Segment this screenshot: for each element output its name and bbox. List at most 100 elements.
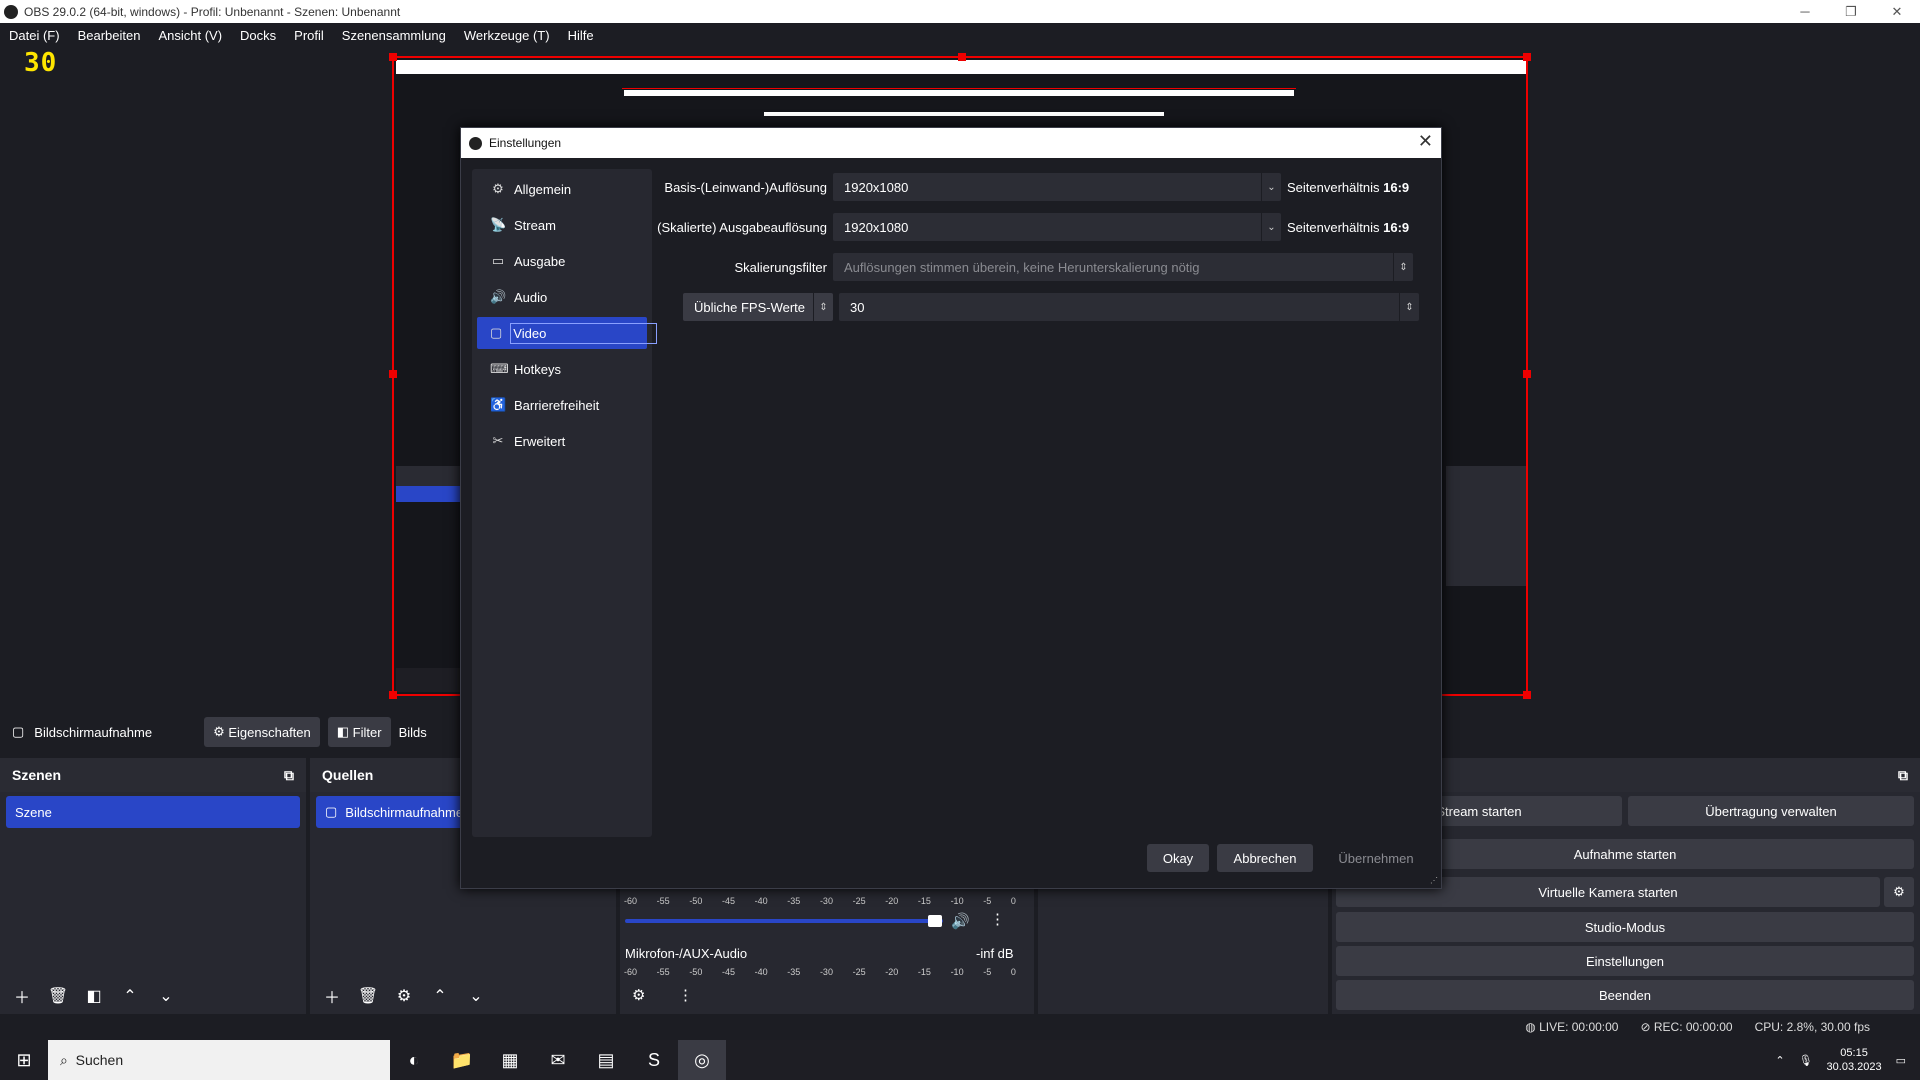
mail-icon[interactable]: ✉ bbox=[534, 1040, 582, 1080]
more-icon[interactable]: ⋮ bbox=[678, 986, 693, 1004]
nav-item-hotkeys[interactable]: ⌨ Hotkeys bbox=[477, 353, 647, 385]
notepad-icon[interactable]: ▤ bbox=[582, 1040, 630, 1080]
microphone-icon[interactable]: 🎙 bbox=[1799, 1054, 1813, 1067]
manage-broadcast-button[interactable]: Übertragung verwalten bbox=[1628, 796, 1914, 826]
fps-overlay: 30 bbox=[24, 48, 58, 78]
volume-slider-handle[interactable] bbox=[928, 915, 942, 927]
resize-handle[interactable] bbox=[389, 691, 397, 699]
nav-item-stream[interactable]: 📡 Stream bbox=[477, 209, 647, 241]
aspect-prefix: Seitenverhältnis bbox=[1287, 219, 1380, 235]
meter-tick: -30 bbox=[819, 896, 833, 906]
source-label: Bildschirmaufnahme bbox=[345, 804, 464, 820]
nav-item-label: Allgemein bbox=[514, 181, 572, 197]
live-icon: ◍ bbox=[1525, 1020, 1540, 1034]
filter-icon[interactable]: ◧ bbox=[80, 982, 108, 1010]
obs-icon[interactable]: ◎ bbox=[678, 1040, 726, 1080]
volume-slider[interactable] bbox=[625, 919, 943, 923]
nav-item-ausgabe[interactable]: ▭ Ausgabe bbox=[477, 245, 647, 277]
antenna-icon: 📡 bbox=[490, 217, 507, 232]
nested-scene-item bbox=[396, 486, 462, 502]
app-s-icon[interactable]: S bbox=[630, 1040, 678, 1080]
speaker-icon[interactable]: 🔊 bbox=[951, 912, 970, 930]
window-titlebar: OBS 29.0.2 (64-bit, windows) - Profil: U… bbox=[0, 0, 1920, 23]
studio-mode-button[interactable]: Studio-Modus bbox=[1336, 912, 1914, 942]
fps-type-combo[interactable]: Übliche FPS-Werte ⇕ bbox=[683, 293, 833, 321]
trash-icon[interactable]: 🗑 bbox=[354, 982, 382, 1010]
scale-filter-label: Skalierungsfilter bbox=[734, 259, 828, 275]
windows-start-icon[interactable]: ⊞ bbox=[0, 1040, 48, 1080]
nav-item-erweitert[interactable]: ✂ Erweitert bbox=[477, 425, 647, 457]
menu-help[interactable]: Hilfe bbox=[559, 28, 603, 43]
search-icon: ⌕ bbox=[60, 1051, 76, 1068]
nav-item-barrierefreiheit[interactable]: ♿ Barrierefreiheit bbox=[477, 389, 647, 421]
nested-titlebar-3 bbox=[764, 112, 1164, 116]
resize-handle[interactable] bbox=[389, 370, 397, 378]
scene-item[interactable]: Szene bbox=[6, 796, 300, 828]
nav-item-audio[interactable]: 🔊 Audio bbox=[477, 281, 647, 313]
undock-icon[interactable]: ⧉ bbox=[1898, 767, 1908, 784]
menu-edit[interactable]: Bearbeiten bbox=[69, 28, 150, 43]
meter-tick: -5 bbox=[983, 967, 992, 977]
base-resolution-label: Basis-(Leinwand-)Auflösung bbox=[664, 179, 827, 195]
cancel-button[interactable]: Abbrechen bbox=[1217, 844, 1313, 872]
apply-button[interactable]: Übernehmen bbox=[1321, 844, 1431, 872]
menu-file[interactable]: Datei (F) bbox=[0, 28, 69, 43]
undock-icon[interactable]: ⧉ bbox=[284, 767, 294, 784]
obs-logo-icon bbox=[4, 4, 18, 19]
restore-icon[interactable]: ❐ bbox=[1828, 0, 1874, 23]
menu-tools[interactable]: Werkzeuge (T) bbox=[455, 28, 559, 43]
trash-icon[interactable]: 🗑 bbox=[44, 982, 72, 1010]
menu-view[interactable]: Ansicht (V) bbox=[149, 28, 231, 43]
chevron-down-icon[interactable]: ⌄ bbox=[152, 982, 180, 1010]
folder-icon[interactable]: 📁 bbox=[438, 1040, 486, 1080]
resize-handle[interactable] bbox=[1523, 370, 1531, 378]
chevron-up-icon[interactable]: ⌃ bbox=[1775, 1054, 1784, 1067]
menu-docks[interactable]: Docks bbox=[231, 28, 285, 43]
chevron-up-icon[interactable]: ⌃ bbox=[116, 982, 144, 1010]
resize-handle[interactable] bbox=[1523, 53, 1531, 61]
edge-icon[interactable]: ◐ bbox=[390, 1040, 438, 1080]
filters-button[interactable]: ◧ Filter bbox=[327, 717, 391, 747]
output-resolution-combo[interactable]: 1920x1080 ⌄ bbox=[833, 213, 1281, 241]
add-icon[interactable]: ＋ bbox=[318, 982, 346, 1010]
nav-item-video[interactable]: ▢ Video bbox=[477, 317, 658, 349]
minimize-icon[interactable]: ─ bbox=[1782, 0, 1828, 23]
chevron-up-icon[interactable]: ⌃ bbox=[426, 982, 454, 1010]
meter-tick: -10 bbox=[950, 896, 964, 906]
monitor-icon: ▢ bbox=[12, 724, 25, 739]
fps-value-combo[interactable]: 30 ⇕ bbox=[839, 293, 1419, 321]
settings-button[interactable]: Einstellungen bbox=[1336, 946, 1914, 976]
resize-handle[interactable] bbox=[389, 53, 397, 61]
meter-tick: -25 bbox=[852, 967, 866, 977]
settings-dialog: Einstellungen ✕ ⚙ Allgemein 📡 Stream ▭ Ausgab… bbox=[460, 127, 1442, 889]
updown-icon: ⇕ bbox=[1399, 293, 1419, 321]
properties-button[interactable]: ⚙ Eigenschaften bbox=[204, 717, 320, 747]
exit-button[interactable]: Beenden bbox=[1336, 980, 1914, 1010]
gear-icon[interactable]: ⚙ bbox=[632, 986, 645, 1004]
chevron-down-icon: ⌄ bbox=[1261, 173, 1281, 201]
base-resolution-combo[interactable]: 1920x1080 ⌄ bbox=[833, 173, 1281, 201]
chevron-down-icon[interactable]: ⌄ bbox=[462, 982, 490, 1010]
close-icon[interactable]: ✕ bbox=[1418, 131, 1433, 152]
add-icon[interactable]: ＋ bbox=[8, 982, 36, 1010]
taskbar-search[interactable]: ⌕ Suchen bbox=[48, 1040, 390, 1080]
okay-button[interactable]: Okay bbox=[1147, 844, 1209, 872]
gear-icon: ⚙ bbox=[213, 724, 229, 739]
nav-item-allgemein[interactable]: ⚙ Allgemein bbox=[477, 173, 647, 205]
fps-value: 30 bbox=[850, 299, 865, 315]
meter-tick: -30 bbox=[819, 967, 833, 977]
notification-icon[interactable]: ▭ bbox=[1896, 1054, 1906, 1067]
store-icon[interactable]: ▦ bbox=[486, 1040, 534, 1080]
resize-handle[interactable] bbox=[1523, 691, 1531, 699]
gear-icon[interactable]: ⚙ bbox=[1884, 877, 1914, 907]
nav-item-label: Erweitert bbox=[514, 433, 566, 449]
resize-handle[interactable] bbox=[958, 53, 966, 61]
close-icon[interactable]: ✕ bbox=[1874, 0, 1920, 23]
menu-profile[interactable]: Profil bbox=[285, 28, 333, 43]
menu-scene-collection[interactable]: Szenensammlung bbox=[333, 28, 455, 43]
more-icon[interactable]: ⋮ bbox=[990, 910, 1005, 928]
gear-icon[interactable]: ⚙ bbox=[390, 982, 418, 1010]
base-resolution-value: 1920x1080 bbox=[844, 179, 909, 195]
size-grip-icon[interactable]: ⋰ bbox=[1430, 876, 1438, 885]
scale-filter-combo[interactable]: Auflösungen stimmen überein, keine Herun… bbox=[833, 253, 1413, 281]
